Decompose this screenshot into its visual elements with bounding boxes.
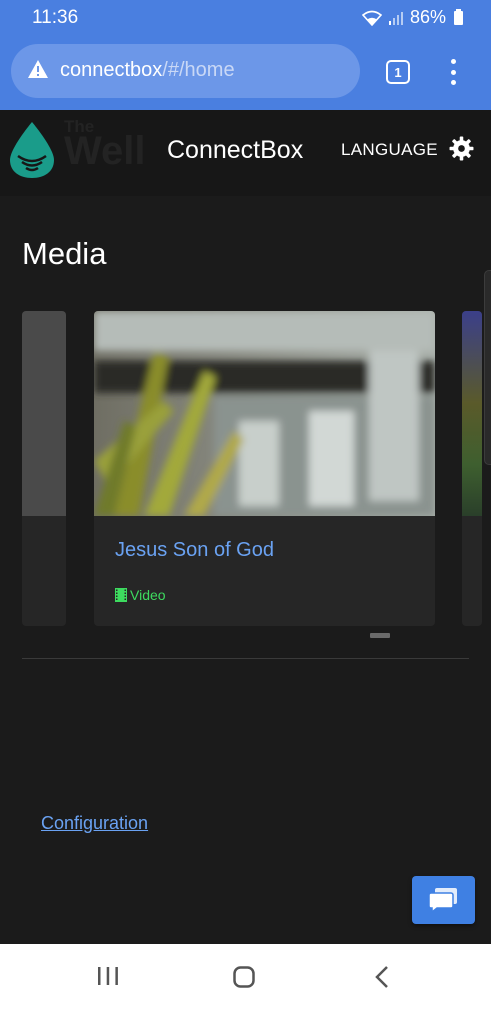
battery-icon <box>454 8 463 25</box>
media-thumbnail <box>94 311 435 516</box>
browser-toolbar: connectbox/#/home 1 <box>0 36 491 110</box>
media-card-next[interactable] <box>462 311 482 626</box>
more-options-icon[interactable] <box>449 59 457 85</box>
media-title[interactable]: Jesus Son of God <box>115 539 274 562</box>
system-nav-bar <box>0 944 491 1009</box>
url-host: connectbox <box>60 59 163 81</box>
tab-switcher-button[interactable]: 1 <box>386 60 410 84</box>
gear-icon[interactable] <box>449 136 474 161</box>
battery-percent: 86% <box>409 7 446 27</box>
brand-title[interactable]: ConnectBox <box>167 136 303 165</box>
chat-button[interactable] <box>412 876 475 924</box>
film-icon <box>115 588 127 602</box>
signal-icon <box>388 11 403 25</box>
logo-big-text: Well <box>64 129 146 174</box>
media-card-previous[interactable] <box>22 311 66 626</box>
logo-text: The Well <box>64 118 146 174</box>
divider <box>22 658 469 659</box>
status-time: 11:36 <box>32 7 79 28</box>
url-text[interactable]: connectbox/#/home <box>60 59 235 82</box>
address-bar[interactable]: connectbox/#/home <box>11 44 360 98</box>
thumbnail-image <box>94 311 435 516</box>
media-thumbnail <box>462 311 482 516</box>
media-thumbnail <box>22 311 66 516</box>
home-icon[interactable] <box>233 966 255 988</box>
recent-apps-icon[interactable] <box>96 966 120 986</box>
status-bar: 11:36 86% <box>0 0 491 36</box>
chat-icon <box>428 888 457 913</box>
language-button[interactable]: LANGUAGE <box>341 140 438 160</box>
edge-panel-handle[interactable] <box>484 270 491 465</box>
carousel-scroll-indicator[interactable] <box>370 633 390 638</box>
water-drop-icon <box>10 122 54 178</box>
media-type-badge: Video <box>115 587 166 603</box>
status-indicators: 86% <box>361 7 463 28</box>
url-path: /#/home <box>162 59 235 81</box>
logo[interactable]: The Well <box>8 118 158 190</box>
media-type-label: Video <box>130 587 166 603</box>
app-navbar: The Well ConnectBox LANGUAGE <box>0 110 491 196</box>
tab-count: 1 <box>394 64 402 80</box>
back-icon[interactable] <box>373 965 391 989</box>
warning-icon[interactable] <box>27 59 49 79</box>
media-card[interactable]: Jesus Son of God Video <box>94 311 435 626</box>
configuration-link[interactable]: Configuration <box>41 813 148 834</box>
wifi-icon <box>361 10 382 26</box>
section-title: Media <box>22 236 107 271</box>
